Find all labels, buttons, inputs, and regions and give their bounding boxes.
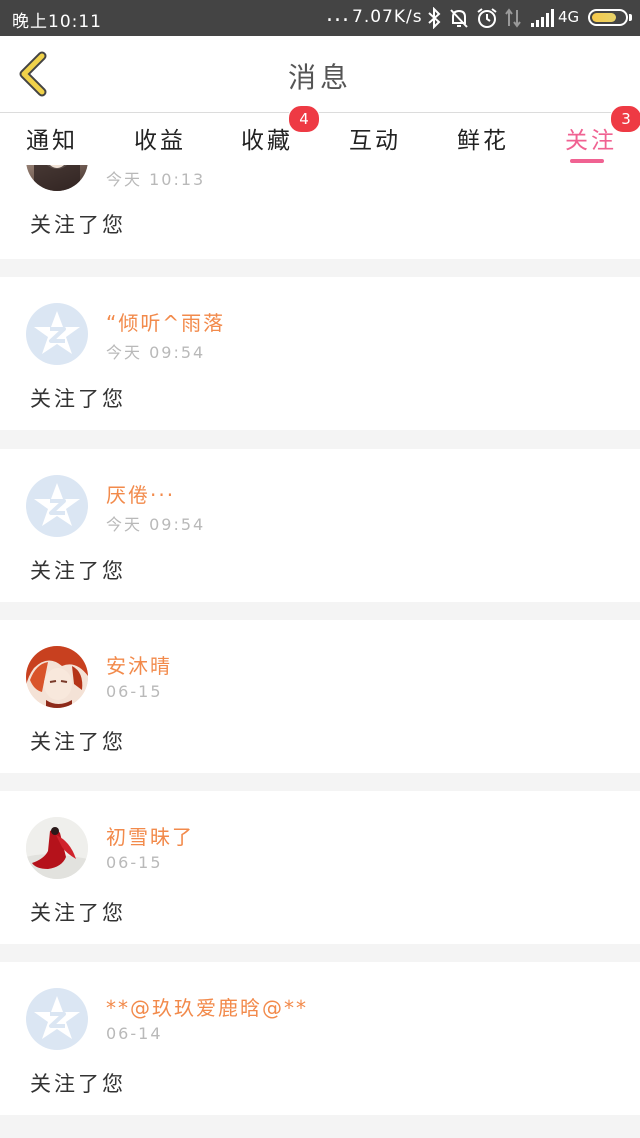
- user-name[interactable]: **@玖玖爱鹿晗@**: [106, 992, 308, 1021]
- message-list: 今天 10:13 关注了您 “倾听^雨落 今天 09:54 关注了您 厌倦···…: [0, 165, 640, 1138]
- status-bar: 晚上10:11 ... 7.07K/s 4G: [0, 0, 640, 36]
- tab-notifications[interactable]: 通知: [26, 121, 78, 155]
- app-header: 消息: [0, 36, 640, 113]
- status-dots: ...: [326, 2, 350, 27]
- list-item[interactable]: 安沐晴 06-15 关注了您: [0, 620, 640, 773]
- user-name[interactable]: “倾听^雨落: [106, 307, 225, 336]
- list-item[interactable]: 初雪昧了 06-15 关注了您: [0, 791, 640, 944]
- user-name[interactable]: 初雪昧了: [106, 821, 194, 850]
- user-name[interactable]: 安沐晴: [106, 650, 172, 679]
- default-avatar[interactable]: [26, 988, 88, 1050]
- message-action: 关注了您: [30, 1072, 126, 1096]
- list-item[interactable]: **@玖玖爱鹿晗@** 06-14 关注了您: [0, 962, 640, 1115]
- follows-badge: 3: [610, 105, 640, 133]
- bluetooth-icon: [428, 7, 441, 29]
- list-item[interactable]: 厌倦··· 今天 09:54 关注了您: [0, 449, 640, 602]
- message-action: 关注了您: [30, 730, 126, 754]
- signal-icon: [531, 9, 554, 27]
- favorites-badge: 4: [288, 105, 320, 133]
- tab-flowers[interactable]: 鲜花: [457, 121, 509, 155]
- user-name[interactable]: 厌倦···: [106, 479, 175, 508]
- list-item[interactable]: “倾听^雨落 今天 09:54 关注了您: [0, 277, 640, 430]
- tab-interactions[interactable]: 互动: [349, 121, 401, 155]
- message-time: 今天 09:54: [106, 515, 206, 534]
- status-time: 晚上10:11: [12, 12, 102, 32]
- tab-bar: 通知 收益 收藏 4 互动 鲜花 关注 3: [0, 105, 640, 165]
- mute-bell-icon: [450, 9, 468, 28]
- data-arrows-icon: [505, 8, 521, 28]
- active-tab-indicator: [570, 159, 604, 163]
- default-avatar[interactable]: [26, 475, 88, 537]
- message-action: 关注了您: [30, 213, 126, 237]
- message-action: 关注了您: [30, 901, 126, 925]
- status-speed: 7.07K/s: [352, 7, 423, 27]
- tab-earnings[interactable]: 收益: [134, 121, 186, 155]
- battery-level: [592, 13, 616, 22]
- photo-avatar[interactable]: [26, 165, 88, 191]
- battery-cap: [629, 14, 632, 21]
- alarm-icon: [477, 8, 497, 28]
- message-time: 06-15: [106, 682, 163, 701]
- message-action: 关注了您: [30, 559, 126, 583]
- message-time: 06-14: [106, 1024, 163, 1043]
- page-title: 消息: [287, 61, 352, 94]
- list-item[interactable]: 今天 10:13 关注了您: [0, 165, 640, 259]
- anime-avatar[interactable]: [26, 646, 88, 708]
- default-avatar[interactable]: [26, 303, 88, 365]
- battery-icon: [588, 9, 628, 26]
- message-time: 06-15: [106, 853, 163, 872]
- network-type: 4G: [558, 8, 580, 26]
- message-time: 今天 09:54: [106, 343, 206, 362]
- tab-favorites[interactable]: 收藏: [241, 121, 293, 155]
- red-figure-avatar[interactable]: [26, 817, 88, 879]
- message-action: 关注了您: [30, 387, 126, 411]
- message-time: 今天 10:13: [106, 170, 206, 189]
- tab-follows[interactable]: 关注: [565, 121, 617, 155]
